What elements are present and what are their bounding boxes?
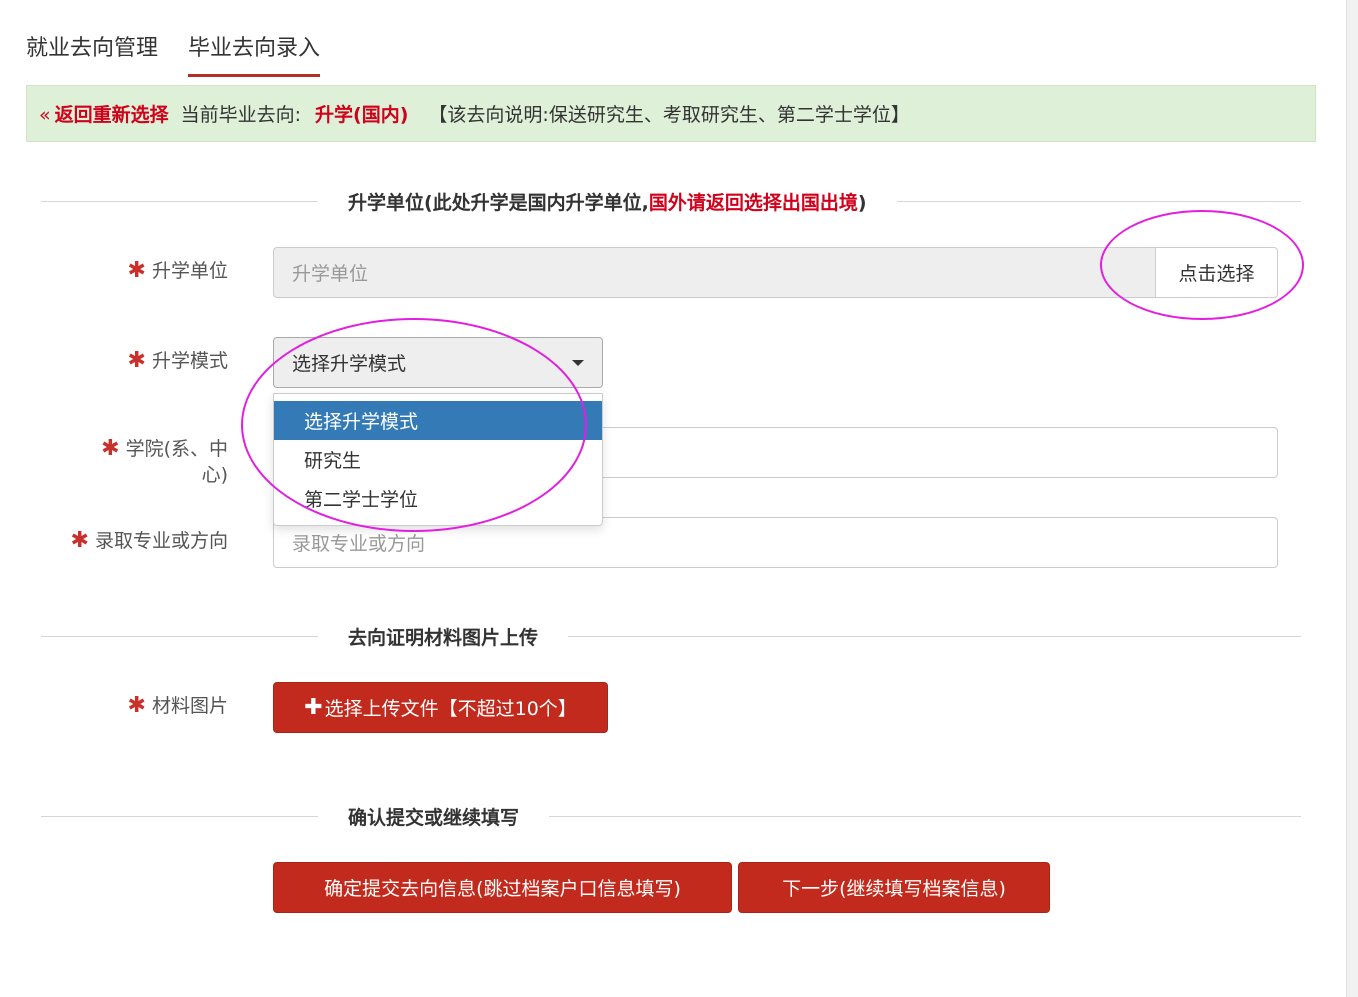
major-label-text: 录取专业或方向 — [94, 530, 228, 552]
college-label-line1: 学院(系、中 — [125, 438, 228, 460]
plus-icon: ✚ — [304, 695, 323, 720]
section-title-upload: 去向证明材料图片上传 — [318, 623, 569, 650]
mode-option[interactable]: 选择升学模式 — [274, 401, 602, 440]
mode-label: ✱ 升学模式 — [0, 346, 228, 373]
section-title-submit: 确认提交或继续填写 — [318, 803, 550, 830]
mode-select[interactable]: 选择升学模式 — [273, 337, 603, 388]
mode-option[interactable]: 研究生 — [274, 440, 602, 479]
major-label: ✱ 录取专业或方向 — [0, 526, 228, 553]
section-title-main: 升学单位(此处升学是国内升学单位, — [348, 192, 649, 214]
section-title-foreign-hint: 国外请返回选择出国出境 — [648, 192, 858, 214]
school-label-text: 升学单位 — [151, 260, 228, 282]
section-divider — [41, 636, 1301, 637]
major-input-placeholder: 录取专业或方向 — [292, 533, 426, 555]
required-icon: ✱ — [127, 258, 146, 283]
back-arrow-icon: « — [39, 104, 51, 126]
next-step-button[interactable]: 下一步(继续填写档案信息) — [738, 862, 1050, 913]
upload-files-label: 选择上传文件【不超过10个】 — [324, 698, 577, 720]
college-label-line2: 心) — [201, 464, 228, 486]
tab-bar: 就业去向管理 毕业去向录入 — [26, 28, 350, 80]
section-title-close: ) — [857, 192, 867, 214]
tab-destination-entry[interactable]: 毕业去向录入 — [188, 28, 321, 78]
confirm-submit-button[interactable]: 确定提交去向信息(跳过档案户口信息填写) — [273, 862, 732, 913]
section-title-school: 升学单位(此处升学是国内升学单位,国外请返回选择出国出境) — [318, 188, 897, 215]
school-input[interactable]: 升学单位 — [273, 247, 1156, 298]
caret-down-icon — [572, 360, 584, 366]
school-label: ✱ 升学单位 — [0, 256, 228, 283]
school-input-placeholder: 升学单位 — [292, 263, 369, 285]
page-scrollbar[interactable] — [1346, 0, 1358, 997]
mode-label-text: 升学模式 — [151, 350, 228, 372]
current-destination-value: 升学(国内) — [315, 104, 409, 126]
upload-label: ✱ 材料图片 — [0, 691, 228, 718]
current-destination-prefix: 当前毕业去向: — [180, 104, 302, 126]
select-school-button[interactable]: 点击选择 — [1155, 247, 1278, 298]
mode-dropdown: 选择升学模式 研究生 第二学士学位 — [273, 393, 603, 526]
destination-alert: «返回重新选择 当前毕业去向: 升学(国内) 【该去向说明:保送研究生、考取研究… — [26, 85, 1316, 142]
mode-option[interactable]: 第二学士学位 — [274, 479, 602, 518]
back-reselect-link[interactable]: «返回重新选择 — [39, 100, 169, 127]
upload-files-button[interactable]: ✚ 选择上传文件【不超过10个】 — [273, 682, 608, 733]
upload-label-text: 材料图片 — [151, 695, 228, 717]
mode-select-value: 选择升学模式 — [292, 353, 407, 375]
tab-employment-management[interactable]: 就业去向管理 — [26, 28, 158, 78]
required-icon: ✱ — [127, 348, 146, 373]
required-icon: ✱ — [70, 528, 89, 553]
required-icon: ✱ — [127, 693, 146, 718]
required-icon: ✱ — [101, 436, 120, 461]
destination-description: 【该去向说明:保送研究生、考取研究生、第二学士学位】 — [428, 104, 910, 126]
back-reselect-label: 返回重新选择 — [54, 104, 169, 126]
college-label: ✱ 学院(系、中心) — [0, 436, 228, 488]
section-divider — [41, 816, 1301, 817]
